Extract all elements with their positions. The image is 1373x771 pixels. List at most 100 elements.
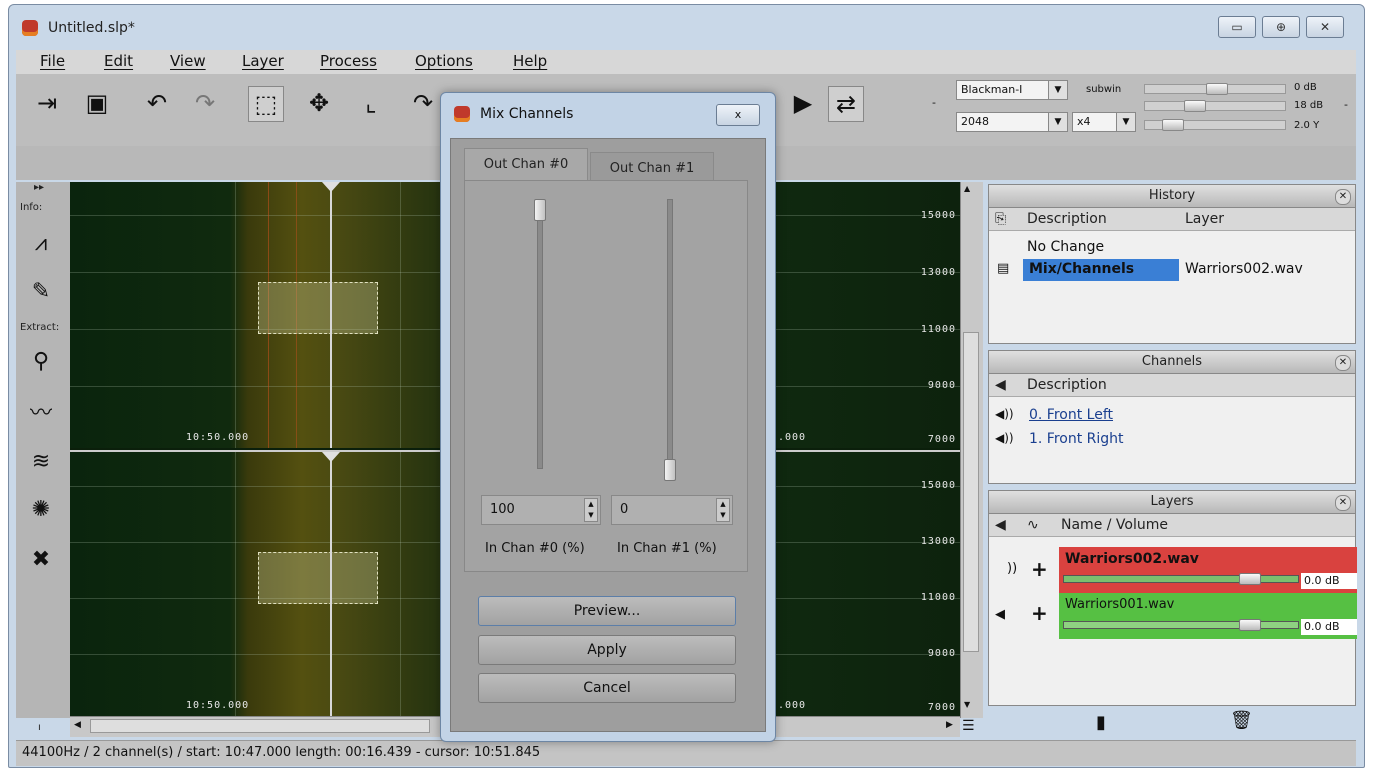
speaker-icon[interactable]: ◀)) xyxy=(995,407,1014,421)
overlap-select[interactable]: x4 ▼ xyxy=(1072,112,1136,132)
spin-arrows-icon[interactable]: ▲ ▼ xyxy=(716,498,730,522)
in-chan-0-slider-handle[interactable] xyxy=(534,199,546,221)
close-window-button[interactable]: ✕ xyxy=(1306,16,1344,38)
speaker-icon: ◀ xyxy=(995,377,1006,393)
history-row-description[interactable]: No Change xyxy=(1027,239,1104,255)
cursor-marker-icon[interactable] xyxy=(322,452,340,462)
menu-process[interactable]: Process xyxy=(320,52,377,70)
undo-icon[interactable]: ↶ xyxy=(140,86,174,120)
close-icon[interactable]: ✕ xyxy=(1335,495,1351,511)
minimize-button[interactable]: ▭ xyxy=(1218,16,1256,38)
apply-button[interactable]: Apply xyxy=(478,635,736,665)
scroll-right-icon[interactable]: ▶ xyxy=(946,720,953,730)
volume-slider-handle[interactable] xyxy=(1239,619,1261,631)
history-column-header: ⎘ Description Layer xyxy=(989,208,1355,231)
extract-remove-icon[interactable]: ✖ xyxy=(22,540,60,578)
level-slider-3-handle[interactable] xyxy=(1162,119,1184,131)
in-chan-1-slider[interactable] xyxy=(667,199,673,469)
curve-icon[interactable]: ↷ xyxy=(406,86,440,120)
in-chan-0-input[interactable]: 100 ▲ ▼ xyxy=(481,495,601,525)
strip-bottom-icon: ı xyxy=(38,722,41,733)
in-chan-0-label: In Chan #0 (%) xyxy=(485,541,585,556)
level-slider-2-handle[interactable] xyxy=(1184,100,1206,112)
cancel-button[interactable]: Cancel xyxy=(478,673,736,703)
grid-toggle-icon[interactable]: ☰ xyxy=(962,718,975,734)
layer-name[interactable]: Warriors002.wav xyxy=(1065,551,1199,567)
import-icon[interactable]: ⇥ xyxy=(30,86,64,120)
freq-label: 7000 xyxy=(927,702,956,713)
freq-label: 11000 xyxy=(920,324,956,335)
info-label: Info: xyxy=(20,202,43,213)
volume-slider[interactable] xyxy=(1063,575,1299,583)
channel-item[interactable]: 1. Front Right xyxy=(1029,431,1124,447)
dialog-close-button[interactable]: x xyxy=(716,104,760,126)
maximize-button[interactable]: ⊕ xyxy=(1262,16,1300,38)
add-icon[interactable]: + xyxy=(1031,601,1048,625)
window-type-select[interactable]: Blackman-I ▼ xyxy=(956,80,1068,100)
vertical-scrollbar[interactable]: ▲ ▼ xyxy=(960,182,983,718)
tab-out-chan-0[interactable]: Out Chan #0 xyxy=(464,148,588,182)
menu-bar xyxy=(16,50,1356,74)
scroll-down-icon[interactable]: ▼ xyxy=(964,700,970,709)
level-slider-2[interactable] xyxy=(1144,101,1286,111)
extract-point-icon[interactable]: ⚲ xyxy=(22,342,60,380)
volume-slider-handle[interactable] xyxy=(1239,573,1261,585)
playback-cursor[interactable] xyxy=(330,452,332,718)
selection-region[interactable] xyxy=(258,282,378,334)
speaker-icon[interactable]: )) xyxy=(1007,561,1017,576)
scroll-up-icon[interactable]: ▲ xyxy=(964,184,970,193)
menu-help[interactable]: Help xyxy=(513,52,547,70)
new-layer-icon[interactable]: ▮ xyxy=(1096,712,1106,733)
history-row-description[interactable]: Mix/Channels xyxy=(1029,261,1134,277)
level-top-readout: 0 dB xyxy=(1294,82,1317,93)
selection-region[interactable] xyxy=(258,552,378,604)
extract-line-icon[interactable]: 〰 xyxy=(22,392,60,430)
cursor-marker-icon[interactable] xyxy=(322,182,340,192)
select-rect-icon[interactable]: ⬚ xyxy=(248,86,284,122)
scroll-thumb[interactable] xyxy=(963,332,979,652)
menu-view[interactable]: View xyxy=(170,52,206,70)
close-icon[interactable]: ✕ xyxy=(1335,189,1351,205)
preview-button[interactable]: Preview... xyxy=(478,596,736,626)
channels-col-description[interactable]: Description xyxy=(1027,374,1107,396)
strip-collapse-icon[interactable]: ▸▸ xyxy=(34,182,44,193)
volume-slider[interactable] xyxy=(1063,621,1299,629)
add-icon[interactable]: + xyxy=(1031,557,1048,581)
menu-edit[interactable]: Edit xyxy=(104,52,133,70)
layer-name[interactable]: Warriors001.wav xyxy=(1065,597,1174,612)
in-chan-0-slider[interactable] xyxy=(537,199,543,469)
menu-file[interactable]: File xyxy=(40,52,65,70)
in-chan-1-input[interactable]: 0 ▲ ▼ xyxy=(611,495,733,525)
eyedropper-icon[interactable]: ✎ xyxy=(22,272,60,310)
hscroll-thumb[interactable] xyxy=(90,719,430,733)
dialog-title: Mix Channels xyxy=(480,106,574,122)
scroll-left-icon[interactable]: ◀ xyxy=(74,720,81,730)
freq-label: 13000 xyxy=(920,536,956,547)
history-col-description[interactable]: Description xyxy=(1027,208,1107,230)
close-icon[interactable]: ✕ xyxy=(1335,355,1351,371)
history-col-layer[interactable]: Layer xyxy=(1185,208,1224,230)
playback-cursor[interactable] xyxy=(330,182,332,448)
extract-noise-icon[interactable]: ✺ xyxy=(22,490,60,528)
history-row-layer[interactable]: Warriors002.wav xyxy=(1185,261,1303,277)
layers-col-name[interactable]: Name / Volume xyxy=(1061,514,1168,536)
channels-column-header: ◀ Description xyxy=(989,374,1355,397)
menu-layer[interactable]: Layer xyxy=(242,52,284,70)
loop-icon[interactable]: ⇄ xyxy=(828,86,864,122)
speaker-icon[interactable]: ◀)) xyxy=(995,431,1014,445)
play-icon[interactable]: ▶ xyxy=(786,86,820,120)
extract-harmonics-icon[interactable]: ≋ xyxy=(22,442,60,480)
fft-size-select[interactable]: 2048 ▼ xyxy=(956,112,1068,132)
save-icon[interactable]: ▣ xyxy=(80,86,114,120)
speaker-icon[interactable]: ◀ xyxy=(995,607,1005,622)
level-slider-1-handle[interactable] xyxy=(1206,83,1228,95)
spin-arrows-icon[interactable]: ▲ ▼ xyxy=(584,498,598,522)
in-chan-1-slider-handle[interactable] xyxy=(664,459,676,481)
menu-options[interactable]: Options xyxy=(415,52,473,70)
move-icon[interactable]: ✥ xyxy=(302,86,336,120)
channel-item[interactable]: 0. Front Left xyxy=(1029,407,1113,423)
waveform-icon[interactable]: ⩘ xyxy=(22,224,60,262)
redo-icon[interactable]: ↷ xyxy=(188,86,222,120)
resize-icon[interactable]: ⌞ xyxy=(354,86,388,120)
trash-icon[interactable]: 🗑 xyxy=(1230,710,1253,731)
